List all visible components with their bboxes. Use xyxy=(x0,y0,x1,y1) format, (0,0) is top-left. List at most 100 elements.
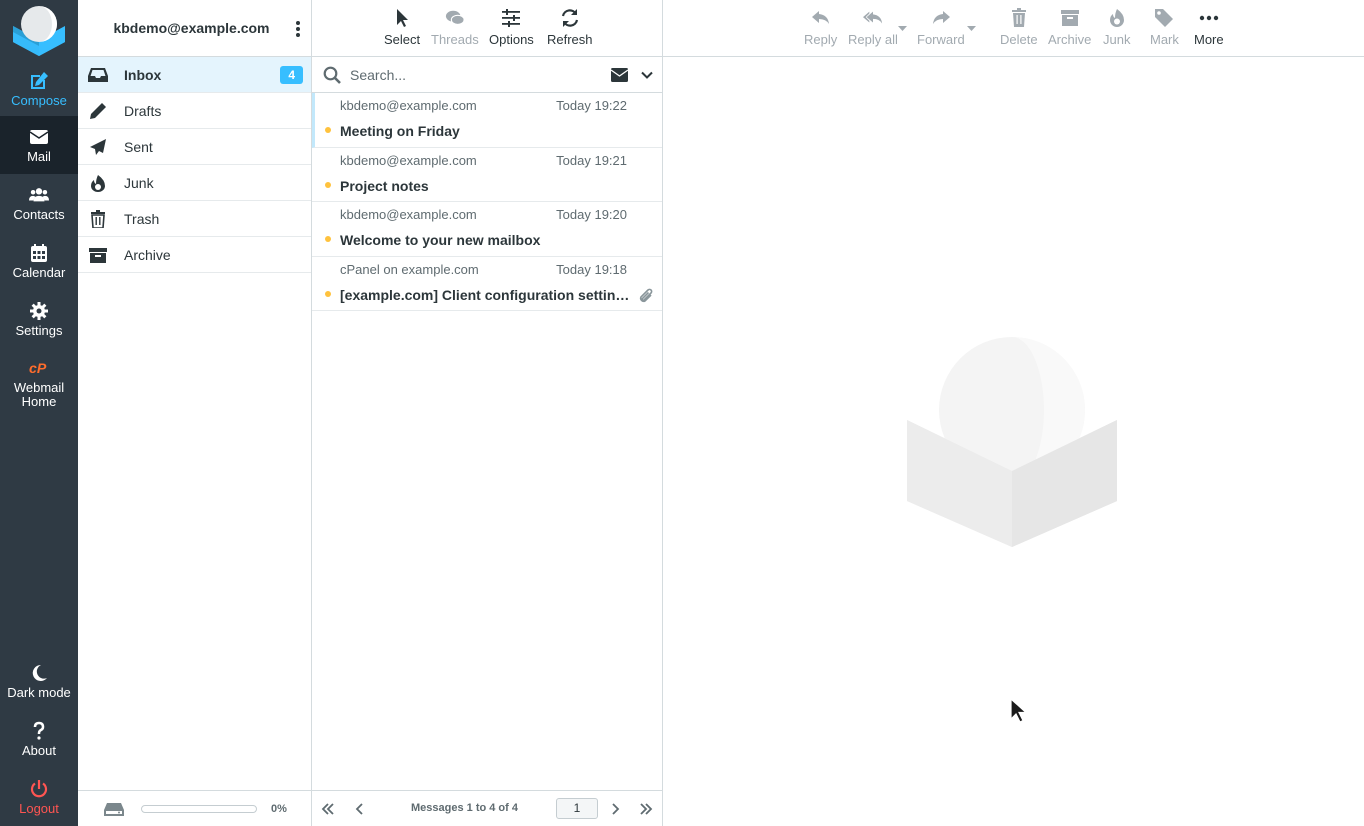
search-icon[interactable] xyxy=(323,66,341,84)
message-count-info: Messages 1 to 4 of 4 xyxy=(411,802,518,814)
contacts-nav-button[interactable]: Contacts xyxy=(0,174,78,232)
folder-drafts[interactable]: Drafts xyxy=(78,93,311,129)
select-label: Select xyxy=(384,32,421,47)
reply-icon xyxy=(811,11,829,24)
webmail-home-button[interactable]: cP Webmail Home xyxy=(0,354,78,412)
power-icon xyxy=(30,779,48,797)
refresh-label: Refresh xyxy=(547,32,593,47)
message-row[interactable]: kbdemo@example.com Today 19:21 Project n… xyxy=(312,148,662,202)
folder-label: Junk xyxy=(124,174,154,191)
about-button[interactable]: About xyxy=(0,710,78,768)
unread-indicator[interactable] xyxy=(325,181,331,188)
folder-archive[interactable]: Archive xyxy=(78,237,311,273)
mail-nav-button[interactable]: Mail xyxy=(0,116,78,174)
folder-trash[interactable]: Trash xyxy=(78,201,311,237)
kebab-menu-icon[interactable] xyxy=(295,20,301,38)
reply-label: Reply xyxy=(804,32,838,47)
mail-label: Mail xyxy=(27,148,51,164)
next-page-icon[interactable] xyxy=(608,802,622,816)
previous-page-icon[interactable] xyxy=(353,802,367,816)
account-name: kbdemo@example.com xyxy=(113,20,270,36)
reply-all-dropdown-icon[interactable] xyxy=(898,26,907,32)
message-date: Today 19:20 xyxy=(556,207,627,222)
unread-indicator[interactable] xyxy=(325,127,331,133)
message-toolbar: Reply Reply all Forward Delete Archive J… xyxy=(663,0,1364,57)
reply-all-button[interactable]: Reply all xyxy=(848,8,898,47)
calendar-nav-button[interactable]: Calendar xyxy=(0,232,78,290)
hard-drive-icon xyxy=(104,802,124,816)
message-subject: Meeting on Friday xyxy=(340,123,460,139)
quota-footer: 0% xyxy=(78,790,311,826)
message-row[interactable]: kbdemo@example.com Today 19:22 Meeting o… xyxy=(312,93,662,148)
folder-inbox[interactable]: Inbox 4 xyxy=(78,57,311,93)
refresh-button[interactable]: Refresh xyxy=(547,8,593,47)
refresh-icon xyxy=(561,9,578,27)
envelope-filter-icon[interactable] xyxy=(611,68,628,82)
more-button[interactable]: More xyxy=(1194,8,1224,47)
dark-mode-toggle[interactable]: Dark mode xyxy=(0,652,78,710)
archive-button[interactable]: Archive xyxy=(1048,8,1091,47)
first-page-icon[interactable] xyxy=(321,802,335,816)
message-sender: kbdemo@example.com xyxy=(340,207,477,222)
trash-icon xyxy=(88,209,108,228)
inbox-icon xyxy=(88,66,108,84)
unread-indicator[interactable] xyxy=(325,236,331,242)
quota-bar xyxy=(141,804,257,813)
forward-icon xyxy=(932,11,950,24)
archive-icon xyxy=(1060,10,1079,26)
forward-button[interactable]: Forward xyxy=(917,8,965,47)
quota-percent: 0% xyxy=(271,802,287,815)
list-toolbar: Select Threads Options Refresh xyxy=(312,0,662,57)
message-sender: cPanel on example.com xyxy=(340,261,479,277)
envelope-icon xyxy=(29,129,49,144)
mouse-cursor-icon xyxy=(1010,698,1028,723)
select-button[interactable]: Select xyxy=(384,8,420,47)
folder-label: Drafts xyxy=(124,102,162,119)
compose-button[interactable]: Compose xyxy=(0,60,78,118)
folder-pane-header: kbdemo@example.com xyxy=(78,0,311,57)
settings-label: Settings xyxy=(15,322,63,338)
message-date: Today 19:21 xyxy=(556,152,627,168)
sliders-icon xyxy=(502,9,521,27)
message-sender: kbdemo@example.com xyxy=(340,98,477,113)
reply-all-label: Reply all xyxy=(848,32,898,47)
svg-text:cP: cP xyxy=(29,361,47,377)
search-bar xyxy=(312,57,662,93)
logout-button[interactable]: Logout xyxy=(0,768,78,826)
unread-indicator[interactable] xyxy=(325,290,331,297)
options-button[interactable]: Options xyxy=(489,8,534,47)
paper-plane-icon xyxy=(88,138,108,156)
page-number-input[interactable]: 1 xyxy=(556,798,598,819)
mark-button[interactable]: Mark xyxy=(1150,8,1179,47)
search-input[interactable] xyxy=(350,66,590,83)
pointer-icon xyxy=(397,9,409,27)
more-label: More xyxy=(1194,32,1224,47)
message-row[interactable]: kbdemo@example.com Today 19:20 Welcome t… xyxy=(312,202,662,257)
junk-button[interactable]: Junk xyxy=(1103,8,1130,47)
forward-dropdown-icon[interactable] xyxy=(967,26,976,32)
folder-label: Sent xyxy=(124,138,153,155)
dark-mode-label: Dark mode xyxy=(7,684,71,700)
folder-sent[interactable]: Sent xyxy=(78,129,311,165)
cpanel-icon: cP xyxy=(29,361,47,377)
delete-button[interactable]: Delete xyxy=(1000,8,1038,47)
settings-nav-button[interactable]: Settings xyxy=(0,290,78,348)
folder-label: Trash xyxy=(124,210,160,227)
message-row[interactable]: cPanel on example.com Today 19:18 [examp… xyxy=(312,257,662,311)
message-date: Today 19:18 xyxy=(556,261,627,277)
webmail-home-label: Webmail Home xyxy=(13,379,65,409)
ellipsis-icon xyxy=(1199,15,1219,21)
contacts-label: Contacts xyxy=(13,206,65,222)
reply-button[interactable]: Reply xyxy=(804,8,837,47)
navigation-rail: Compose Mail Contacts Calendar Settings … xyxy=(0,0,78,826)
gear-icon xyxy=(30,301,48,320)
folder-junk[interactable]: Junk xyxy=(78,165,311,201)
last-page-icon[interactable] xyxy=(639,802,653,816)
threads-button[interactable]: Threads xyxy=(431,8,479,47)
about-label: About xyxy=(22,742,56,758)
chevron-down-icon[interactable] xyxy=(641,69,653,81)
moon-icon xyxy=(32,664,47,681)
message-sender: kbdemo@example.com xyxy=(340,152,477,168)
folder-label: Inbox xyxy=(124,66,162,83)
archive-label: Archive xyxy=(1048,32,1092,47)
